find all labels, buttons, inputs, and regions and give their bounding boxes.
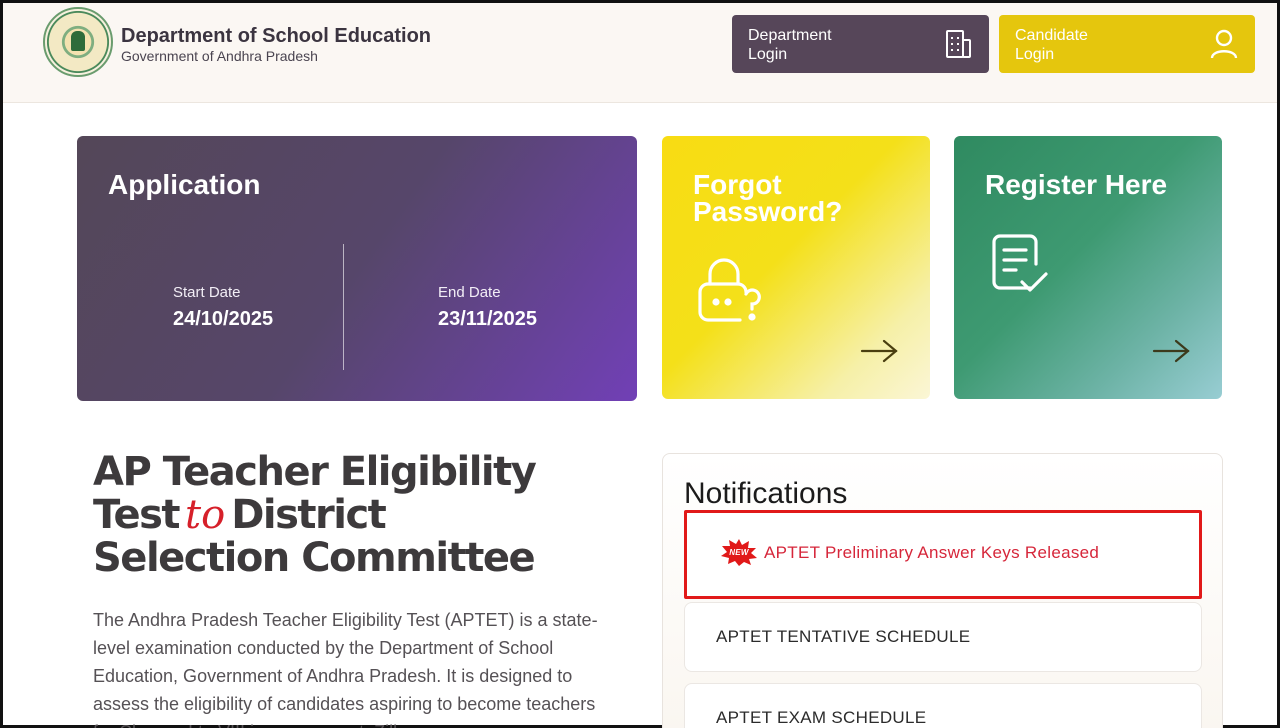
forgot-password-title: Forgot Password? (693, 169, 843, 227)
lock-question-icon (698, 258, 761, 322)
notification-item[interactable]: NEW APTET Preliminary Answer Keys Releas… (684, 510, 1202, 599)
notification-label: APTET TENTATIVE SCHEDULE (716, 627, 971, 646)
notification-label: APTET EXAM SCHEDULE (716, 708, 927, 727)
site-title: Department of School Education (121, 25, 432, 47)
forgot-title-line-1: Forgot (693, 169, 782, 200)
arrow-right-icon (860, 339, 898, 363)
new-badge-icon: NEW (721, 538, 757, 566)
notification-item[interactable]: APTET TENTATIVE SCHEDULE (684, 602, 1202, 672)
hero-line-3: Selection Committee (93, 535, 536, 581)
end-date-value: 23/11/2025 (438, 308, 537, 330)
hero-line-2-b: District (231, 492, 387, 538)
start-date-value: 24/10/2025 (173, 308, 274, 330)
application-card[interactable]: Application Start Date 24/10/2025 End Da… (77, 136, 637, 401)
site-header: Department of School Education Governmen… (3, 3, 1277, 103)
application-title: Application (108, 169, 261, 200)
ap-government-logo[interactable] (43, 7, 113, 77)
hero-accent-to: to (185, 492, 226, 538)
date-divider (343, 244, 344, 370)
end-date-label: End Date (438, 284, 501, 301)
notifications-title: Notifications (684, 477, 848, 510)
candidate-login-button[interactable]: Candidate Login (999, 15, 1255, 73)
register-here-card[interactable]: Register Here (954, 136, 1222, 399)
hero-line-2-a: Test (93, 492, 181, 538)
notifications-panel: Notifications NEW APTET Preliminary Answ… (662, 453, 1223, 728)
hero-line-1: AP Teacher Eligibility (93, 449, 537, 495)
start-date-label: Start Date (173, 284, 241, 301)
arrow-right-icon (1152, 339, 1190, 363)
site-subtitle: Government of Andhra Pradesh (121, 48, 318, 64)
department-login-button[interactable]: Department Login (732, 15, 989, 73)
svg-text:NEW: NEW (729, 548, 750, 557)
forgot-password-card[interactable]: Forgot Password? (662, 136, 930, 399)
notification-label: APTET Preliminary Answer Keys Released (764, 543, 1100, 562)
document-check-icon (992, 234, 1048, 292)
building-icon (946, 30, 971, 58)
notification-item[interactable]: APTET EXAM SCHEDULE (684, 683, 1202, 728)
user-icon (1210, 29, 1238, 59)
hero-description: The Andhra Pradesh Teacher Eligibility T… (93, 610, 598, 728)
register-here-title: Register Here (985, 169, 1168, 200)
hero-heading: AP Teacher Eligibility Test to District Se… (93, 451, 613, 580)
hero-line-2: Test to District (93, 494, 613, 537)
forgot-title-line-2: Password? (693, 196, 843, 227)
